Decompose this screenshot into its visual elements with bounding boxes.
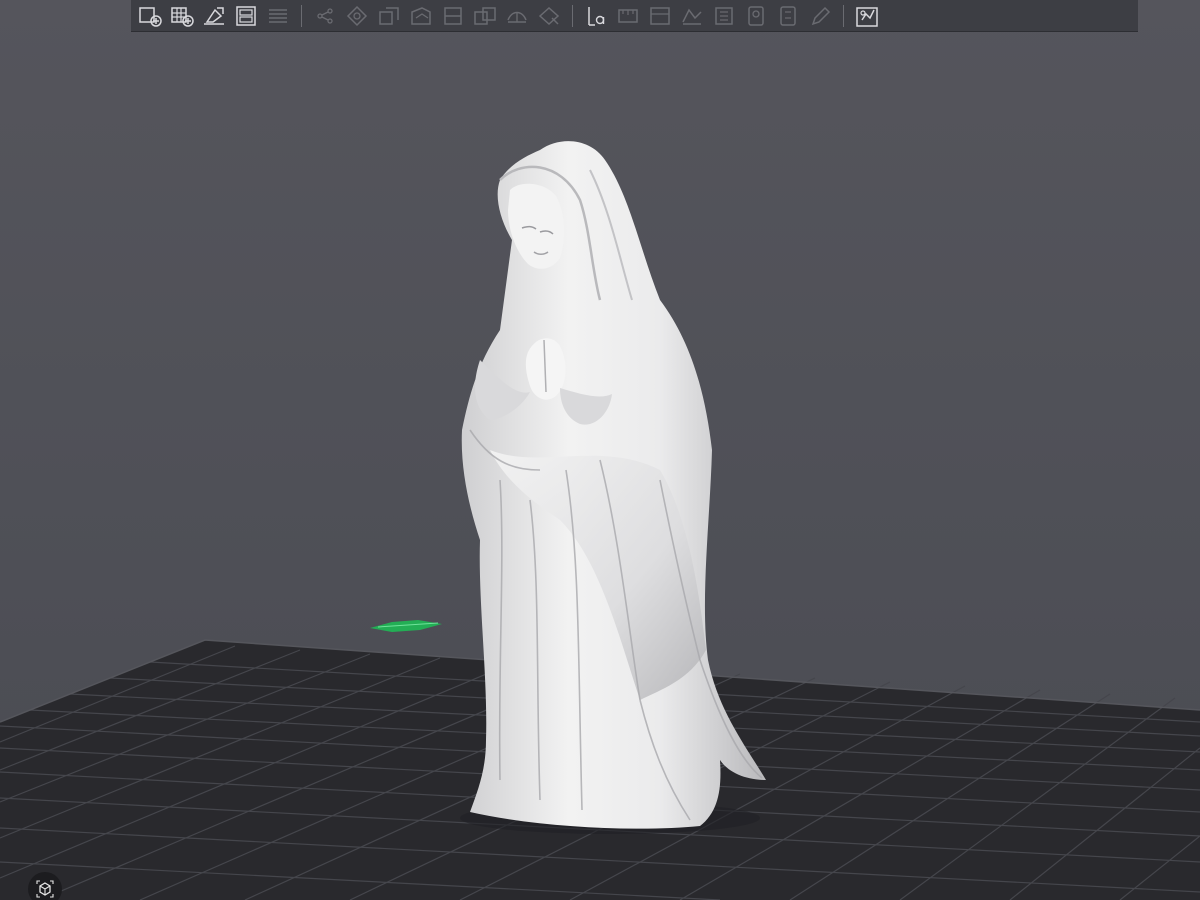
text-emboss-button[interactable] bbox=[581, 2, 611, 30]
cut-icon bbox=[444, 6, 462, 25]
scale-icon bbox=[379, 6, 399, 25]
toolbar-separator bbox=[572, 4, 573, 27]
split-layout-button[interactable] bbox=[231, 2, 261, 30]
slice-view-icon bbox=[856, 6, 878, 27]
fuzzy-skin-button[interactable] bbox=[709, 2, 739, 30]
toolbar-separator bbox=[301, 4, 302, 27]
scene-canvas[interactable] bbox=[0, 0, 1200, 900]
rotate-button[interactable] bbox=[342, 2, 372, 30]
mesh-boolean-button[interactable] bbox=[470, 2, 500, 30]
text-emboss-icon bbox=[588, 6, 605, 26]
layers-button[interactable] bbox=[263, 2, 293, 30]
rotate-icon bbox=[346, 5, 368, 26]
scale-button[interactable] bbox=[374, 2, 404, 30]
add-plate-icon bbox=[139, 6, 162, 27]
seam-paint-button[interactable] bbox=[534, 2, 564, 30]
top-toolbar bbox=[131, 0, 1138, 32]
brim-ears-button[interactable] bbox=[773, 2, 803, 30]
variable-layer-icon bbox=[682, 8, 702, 25]
axis-marker bbox=[370, 620, 442, 632]
measure-button[interactable] bbox=[613, 2, 643, 30]
brim-ears-icon bbox=[780, 5, 796, 26]
lay-on-face-button[interactable] bbox=[406, 2, 436, 30]
layers-icon bbox=[269, 8, 287, 23]
color-paint-icon bbox=[748, 5, 764, 26]
slice-view-button[interactable] bbox=[852, 2, 882, 30]
toolbar-separator bbox=[843, 4, 844, 27]
support-paint-button[interactable] bbox=[502, 2, 532, 30]
measure-icon bbox=[618, 8, 638, 23]
add-plate-button[interactable] bbox=[135, 2, 165, 30]
seam-paint-icon bbox=[538, 6, 560, 25]
lay-on-face-icon bbox=[411, 6, 431, 25]
3d-viewport[interactable] bbox=[0, 0, 1200, 900]
arrange-button[interactable] bbox=[167, 2, 197, 30]
view-cube-icon bbox=[36, 880, 54, 898]
mesh-boolean-icon bbox=[474, 6, 496, 25]
view-cube-button[interactable] bbox=[28, 872, 62, 900]
move-button[interactable] bbox=[310, 2, 340, 30]
statue-model[interactable] bbox=[460, 141, 766, 834]
pen-button[interactable] bbox=[805, 2, 835, 30]
fuzzy-skin-icon bbox=[715, 6, 733, 25]
variable-layer-button[interactable] bbox=[677, 2, 707, 30]
orient-icon bbox=[204, 6, 224, 25]
split-layout-icon bbox=[236, 5, 256, 26]
arrange-grid-icon bbox=[171, 6, 194, 27]
move-icon bbox=[317, 7, 333, 24]
cut-button[interactable] bbox=[438, 2, 468, 30]
assembly-button[interactable] bbox=[645, 2, 675, 30]
orient-button[interactable] bbox=[199, 2, 229, 30]
color-paint-button[interactable] bbox=[741, 2, 771, 30]
assembly-icon bbox=[650, 6, 670, 25]
pen-icon bbox=[811, 6, 831, 25]
support-paint-icon bbox=[507, 11, 527, 23]
